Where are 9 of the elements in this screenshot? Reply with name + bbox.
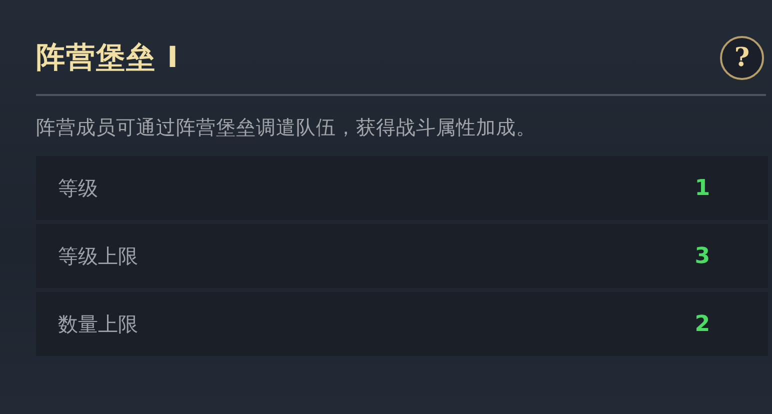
panel-title: 阵营堡垒 I <box>36 39 179 76</box>
stat-value: 1 <box>694 176 710 200</box>
stat-label: 等级 <box>58 174 98 202</box>
stat-value: 3 <box>694 244 710 268</box>
description-text: 阵营成员可通过阵营堡垒调遣队伍，获得战斗属性加成。 <box>36 115 537 141</box>
help-button[interactable]: ? <box>720 36 764 80</box>
stat-label: 数量上限 <box>58 310 138 338</box>
stat-label: 等级上限 <box>58 242 138 270</box>
stat-value: 2 <box>694 312 710 336</box>
